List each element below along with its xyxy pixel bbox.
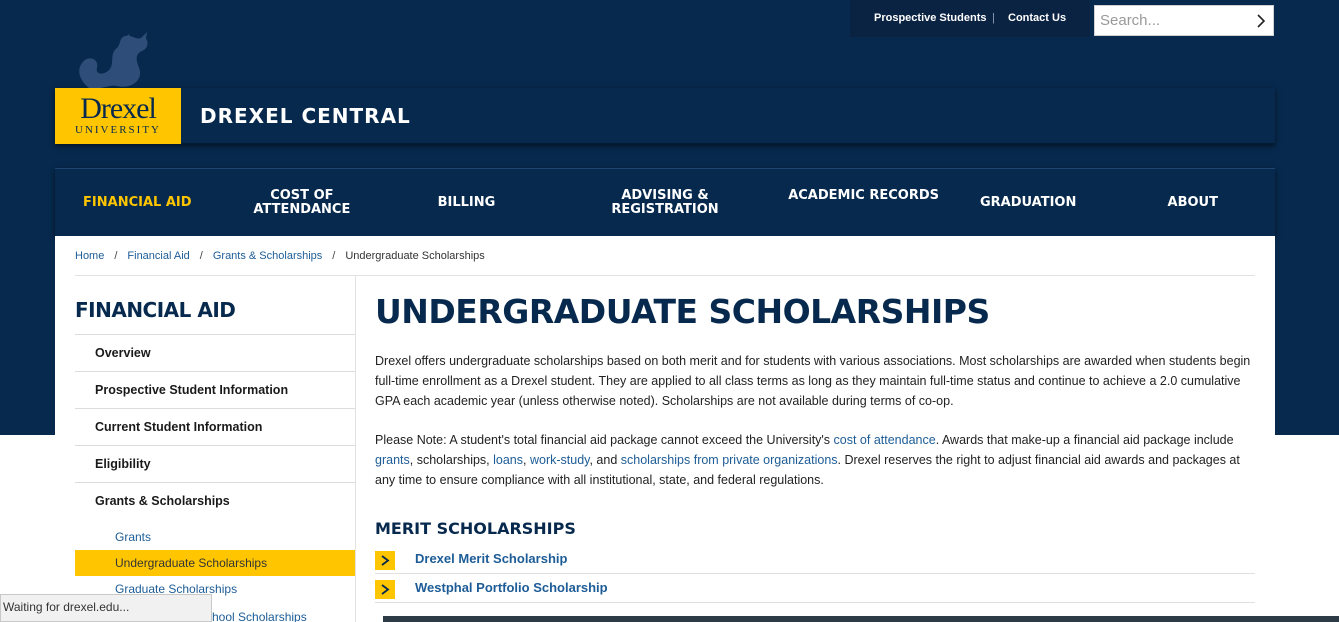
note-text: , scholarships, xyxy=(409,453,494,467)
search-input[interactable] xyxy=(1095,6,1245,35)
note-paragraph: Please Note: A student's total financial… xyxy=(375,430,1255,490)
sidebar-title: FINANCIAL AID xyxy=(75,298,236,322)
chevron-right-icon[interactable] xyxy=(375,580,395,599)
sidebar-nav: Overview Prospective Student Information… xyxy=(75,334,355,519)
sidebar-divider xyxy=(355,276,356,622)
sidebar-item-eligibility[interactable]: Eligibility xyxy=(75,445,355,482)
sidebar-subitem-grants[interactable]: Grants xyxy=(75,524,355,550)
nav-advising-registration[interactable]: ADVISING & REGISTRATION xyxy=(549,169,782,236)
drexel-logo[interactable]: Drexel UNIVERSITY xyxy=(55,30,181,144)
breadcrumb-current: Undergraduate Scholarships xyxy=(345,250,485,262)
nav-financial-aid[interactable]: FINANCIAL AID xyxy=(55,169,220,236)
contact-us-link[interactable]: Contact Us xyxy=(1008,12,1066,24)
prospective-students-link[interactable]: Prospective Students xyxy=(874,12,986,24)
search-submit-icon[interactable] xyxy=(1253,12,1269,30)
breadcrumb-grants[interactable]: Grants & Scholarships xyxy=(213,250,322,262)
nav-about[interactable]: ABOUT xyxy=(1110,169,1275,236)
breadcrumb-separator: / xyxy=(199,250,203,262)
sidebar-subitem-undergraduate[interactable]: Undergraduate Scholarships xyxy=(75,550,355,576)
note-text: . Awards that make-up a financial aid pa… xyxy=(935,433,1234,447)
nav-cost-of-attendance[interactable]: COST OF ATTENDANCE xyxy=(220,169,385,236)
grants-link[interactable]: grants xyxy=(375,453,410,467)
sidebar-subitem-cutoff[interactable]: hool Scholarships xyxy=(212,606,307,622)
note-text: , xyxy=(523,453,530,467)
note-text: Please Note: A student's total financial… xyxy=(375,433,834,447)
search-box xyxy=(1094,5,1274,36)
main-nav: FINANCIAL AID COST OF ATTENDANCE BILLING… xyxy=(55,168,1275,236)
dragon-icon xyxy=(79,32,148,89)
sidebar-item-current[interactable]: Current Student Information xyxy=(75,408,355,445)
accordion-item[interactable]: Drexel Merit Scholarship xyxy=(375,545,1255,574)
breadcrumb-separator: / xyxy=(114,250,118,262)
nav-billing[interactable]: BILLING xyxy=(384,169,549,236)
accordion-item[interactable]: Westphal Portfolio Scholarship xyxy=(375,574,1255,603)
work-study-link[interactable]: work-study xyxy=(530,453,590,467)
cost-of-attendance-link[interactable]: cost of attendance xyxy=(834,433,936,447)
page-title: UNDERGRADUATE SCHOLARSHIPS xyxy=(375,292,990,331)
breadcrumb-home[interactable]: Home xyxy=(75,250,104,262)
utility-bar: Prospective Students | Contact Us xyxy=(850,0,1090,37)
nav-graduation[interactable]: GRADUATION xyxy=(946,169,1111,236)
utility-separator: | xyxy=(992,12,995,24)
accordion-label[interactable]: Drexel Merit Scholarship xyxy=(415,551,567,566)
logo-wordmark: Drexel xyxy=(80,92,157,125)
nav-academic-records[interactable]: ACADEMIC RECORDS xyxy=(781,169,946,236)
loans-link[interactable]: loans xyxy=(493,453,523,467)
accordion-label[interactable]: Westphal Portfolio Scholarship xyxy=(415,580,608,595)
breadcrumb-financial-aid[interactable]: Financial Aid xyxy=(127,250,189,262)
private-scholarships-link[interactable]: scholarships from private organizations xyxy=(621,453,838,467)
logo-university: UNIVERSITY xyxy=(75,124,161,136)
breadcrumb: Home / Financial Aid / Grants & Scholarships… xyxy=(75,250,485,262)
chevron-right-icon[interactable] xyxy=(375,551,395,570)
sidebar-item-grants-scholarships[interactable]: Grants & Scholarships xyxy=(75,482,355,519)
sidebar-item-prospective[interactable]: Prospective Student Information xyxy=(75,371,355,408)
bottom-strip xyxy=(383,616,1339,622)
intro-paragraph: Drexel offers undergraduate scholarships… xyxy=(375,354,1251,408)
breadcrumb-divider xyxy=(75,275,1255,276)
section-title-merit: MERIT SCHOLARSHIPS xyxy=(375,519,576,538)
breadcrumb-separator: / xyxy=(332,250,336,262)
site-title[interactable]: DREXEL CENTRAL xyxy=(200,104,411,128)
note-text: , and xyxy=(589,453,621,467)
sidebar-subnav: Grants Undergraduate Scholarships Gradua… xyxy=(75,524,355,602)
sidebar-item-overview[interactable]: Overview xyxy=(75,334,355,371)
browser-status-bar: Waiting for drexel.edu... xyxy=(0,594,212,622)
